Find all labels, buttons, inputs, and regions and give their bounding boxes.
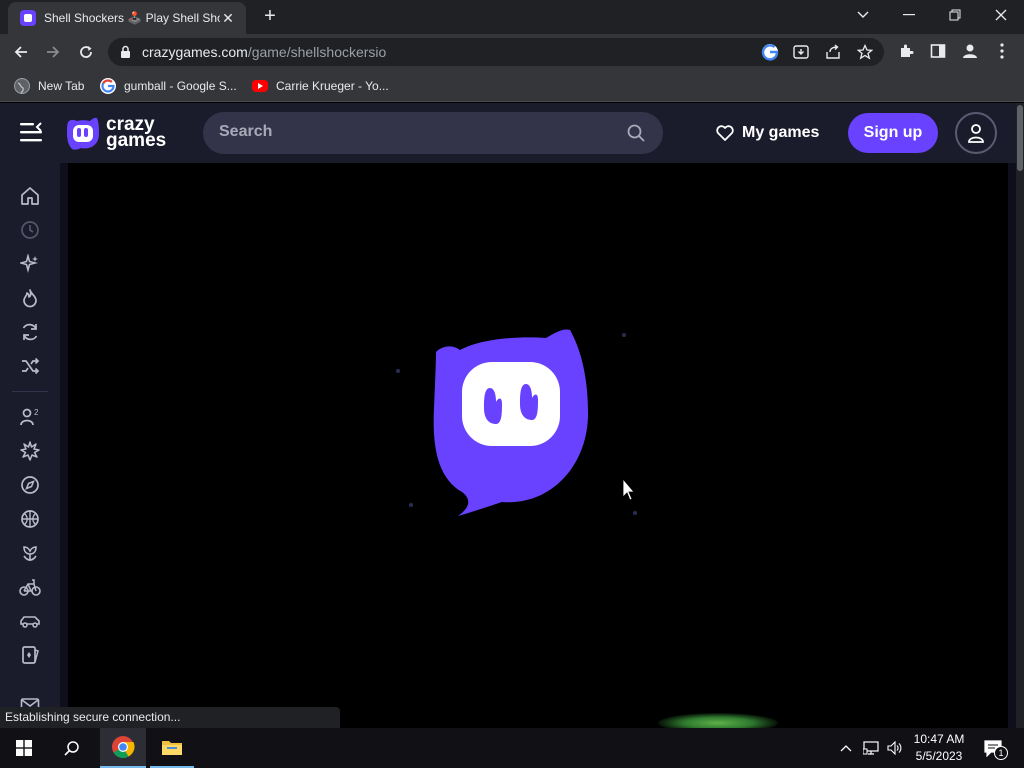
bookmarks-bar: New Tab gumball - Google S... Carrie Kru… bbox=[0, 70, 1024, 102]
google-lens-icon[interactable] bbox=[758, 40, 782, 64]
tab-search-icon[interactable] bbox=[840, 0, 886, 30]
show-hidden-icons[interactable] bbox=[836, 728, 856, 768]
youtube-icon bbox=[252, 80, 268, 92]
game-iframe[interactable] bbox=[68, 163, 1008, 728]
extensions-icon[interactable] bbox=[894, 39, 918, 63]
home-icon[interactable] bbox=[18, 184, 42, 208]
category-sidebar: 2 bbox=[0, 163, 60, 728]
search-icon[interactable] bbox=[627, 124, 645, 142]
trending-icon[interactable] bbox=[18, 286, 42, 310]
browser-tab-strip: Shell Shockers 🕹️ Play Shell Shockers ✕ … bbox=[0, 0, 1024, 34]
url-text: crazygames.com/game/shellshockersio bbox=[142, 44, 386, 60]
restore-button[interactable] bbox=[932, 0, 978, 30]
search-input[interactable] bbox=[219, 123, 599, 141]
browser-toolbar: crazygames.com/game/shellshockersio bbox=[0, 34, 1024, 70]
install-app-icon[interactable] bbox=[789, 40, 813, 64]
mouse-cursor-icon bbox=[622, 477, 635, 501]
minimize-button[interactable] bbox=[886, 0, 932, 30]
volume-icon[interactable] bbox=[884, 728, 906, 768]
my-games-label: My games bbox=[742, 124, 820, 141]
chrome-taskbar-icon[interactable] bbox=[100, 728, 146, 768]
sidebar-divider bbox=[12, 391, 48, 392]
sign-up-button[interactable]: Sign up bbox=[848, 113, 938, 153]
file-explorer-icon[interactable] bbox=[150, 728, 194, 768]
tab-title: Shell Shockers 🕹️ Play Shell Shockers bbox=[44, 11, 220, 25]
browser-tab[interactable]: Shell Shockers 🕹️ Play Shell Shockers ✕ bbox=[8, 2, 246, 34]
menu-toggle-icon[interactable] bbox=[20, 121, 42, 143]
bookmark-label: Carrie Krueger - Yo... bbox=[276, 79, 389, 93]
user-account-icon[interactable] bbox=[955, 112, 997, 154]
share-icon[interactable] bbox=[821, 40, 845, 64]
site-header: crazy games My games Sign up bbox=[0, 103, 1016, 163]
reload-button[interactable] bbox=[73, 39, 99, 65]
scrollbar-thumb[interactable] bbox=[1017, 105, 1023, 171]
windows-taskbar: 10:47 AM 5/5/2023 1 bbox=[0, 728, 1024, 768]
crazygames-favicon-icon bbox=[20, 10, 36, 26]
adventure-icon[interactable] bbox=[18, 473, 42, 497]
lock-icon[interactable] bbox=[120, 45, 131, 59]
url-path: /game/shellshockersio bbox=[247, 44, 387, 60]
bookmark-google[interactable]: gumball - Google S... bbox=[100, 76, 237, 96]
bookmark-youtube[interactable]: Carrie Krueger - Yo... bbox=[252, 76, 389, 96]
game-container bbox=[60, 163, 1016, 728]
casual-icon[interactable] bbox=[18, 541, 42, 565]
bookmark-label: New Tab bbox=[38, 79, 85, 93]
bookmark-new-tab[interactable]: New Tab bbox=[14, 76, 84, 96]
search-bar[interactable] bbox=[203, 112, 663, 154]
side-panel-icon[interactable] bbox=[926, 39, 950, 63]
car-icon[interactable] bbox=[18, 609, 42, 633]
crazygames-logo[interactable]: crazy games bbox=[66, 115, 166, 151]
bookmark-star-icon[interactable] bbox=[853, 40, 877, 64]
network-icon[interactable] bbox=[860, 728, 882, 768]
url-host: crazygames.com bbox=[142, 44, 248, 60]
crazygames-logo-icon bbox=[67, 117, 99, 150]
svg-text:2: 2 bbox=[34, 408, 39, 417]
my-games-button[interactable]: My games bbox=[716, 118, 819, 148]
basketball-icon[interactable] bbox=[18, 507, 42, 531]
notification-count-badge: 1 bbox=[994, 746, 1008, 760]
clock-date: 5/5/2023 bbox=[915, 749, 963, 763]
new-tab-button[interactable]: + bbox=[258, 6, 282, 28]
globe-icon bbox=[14, 78, 30, 94]
windows-start-icon[interactable] bbox=[0, 728, 48, 768]
close-window-button[interactable] bbox=[978, 0, 1024, 30]
logo-text-games: games bbox=[106, 130, 167, 151]
bookmark-label: gumball - Google S... bbox=[124, 79, 237, 93]
clock-time: 10:47 AM bbox=[913, 732, 965, 746]
page-scrollbar[interactable] bbox=[1016, 103, 1024, 728]
tab-close-icon[interactable]: ✕ bbox=[220, 10, 236, 27]
card-icon[interactable] bbox=[18, 643, 42, 667]
profile-icon[interactable] bbox=[958, 39, 982, 63]
recent-icon[interactable] bbox=[18, 218, 42, 242]
google-icon bbox=[100, 78, 116, 94]
bike-icon[interactable] bbox=[18, 575, 42, 599]
game-button-glow bbox=[658, 713, 778, 728]
multiplayer-icon[interactable]: 2 bbox=[18, 405, 42, 429]
heart-icon bbox=[716, 125, 734, 141]
forward-button[interactable] bbox=[40, 39, 66, 65]
new-icon[interactable] bbox=[18, 252, 42, 276]
address-bar[interactable]: crazygames.com/game/shellshockersio bbox=[108, 38, 884, 66]
loading-logo-icon bbox=[396, 329, 637, 516]
more-menu-icon[interactable] bbox=[990, 39, 1014, 63]
taskbar-clock[interactable]: 10:47 AM 5/5/2023 bbox=[906, 731, 972, 765]
status-bubble: Establishing secure connection... bbox=[0, 707, 340, 728]
random-icon[interactable] bbox=[18, 354, 42, 378]
action-icon[interactable] bbox=[18, 439, 42, 463]
notification-center-icon[interactable]: 1 bbox=[978, 728, 1008, 768]
back-button[interactable] bbox=[8, 39, 34, 65]
updated-icon[interactable] bbox=[18, 320, 42, 344]
taskbar-search-icon[interactable] bbox=[48, 728, 96, 768]
